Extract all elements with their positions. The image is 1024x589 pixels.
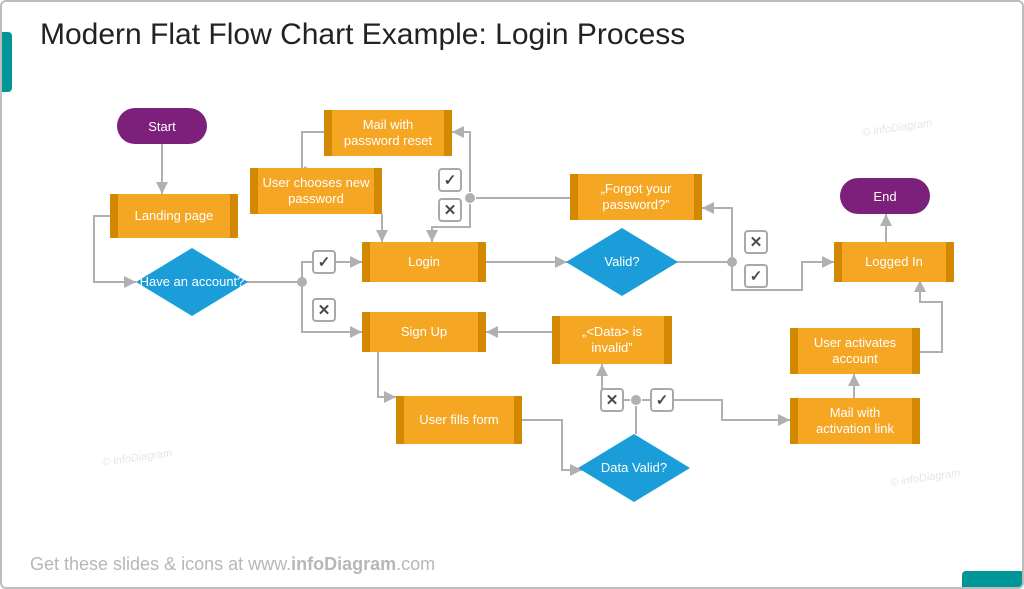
process-mail-activation: Mail with activation link [790, 398, 920, 444]
check-icon: ✓ [312, 250, 336, 274]
terminator-end: End [840, 178, 930, 214]
cross-icon: ✕ [600, 388, 624, 412]
signup-label: Sign Up [401, 324, 447, 340]
process-data-invalid: „<Data> is invalid” [552, 316, 672, 364]
have-account-label: Have an account? [140, 275, 245, 290]
check-icon: ✓ [438, 168, 462, 192]
process-logged-in: Logged In [834, 242, 954, 282]
process-landing: Landing page [110, 194, 238, 238]
slide-footer: Get these slides & icons at www.infoDiag… [30, 554, 435, 575]
check-icon: ✓ [744, 264, 768, 288]
landing-label: Landing page [135, 208, 214, 224]
decision-have-account: Have an account? [136, 248, 248, 316]
forgot-label: „Forgot your password?” [582, 181, 690, 212]
decision-data-valid: Data Valid? [578, 434, 690, 502]
decision-valid: Valid? [566, 228, 678, 296]
valid-label: Valid? [604, 255, 639, 270]
start-label: Start [148, 119, 175, 134]
terminator-start: Start [117, 108, 207, 144]
cross-icon: ✕ [438, 198, 462, 222]
activates-label: User activates account [802, 335, 908, 366]
process-mail-reset: Mail with password reset [324, 110, 452, 156]
data-valid-label: Data Valid? [601, 461, 667, 476]
slide-frame: Modern Flat Flow Chart Example: Login Pr… [0, 0, 1024, 589]
login-label: Login [408, 254, 440, 270]
end-label: End [873, 189, 896, 204]
data-invalid-label: „<Data> is invalid” [564, 324, 660, 355]
cross-icon: ✕ [312, 298, 336, 322]
footer-lead: Get these slides & icons at www. [30, 554, 291, 574]
choose-pw-label: User chooses new password [262, 175, 370, 206]
process-choose-pw: User chooses new password [250, 168, 382, 214]
process-forgot: „Forgot your password?” [570, 174, 702, 220]
process-login: Login [362, 242, 486, 282]
fills-form-label: User fills form [419, 412, 498, 428]
cross-icon: ✕ [744, 230, 768, 254]
process-fills-form: User fills form [396, 396, 522, 444]
process-activates: User activates account [790, 328, 920, 374]
mail-activation-label: Mail with activation link [802, 405, 908, 436]
mail-reset-label: Mail with password reset [336, 117, 440, 148]
footer-tail: .com [396, 554, 435, 574]
process-signup: Sign Up [362, 312, 486, 352]
footer-brand: infoDiagram [291, 554, 396, 574]
flowchart-canvas: Start End Landing page Mail with passwor… [2, 2, 1022, 587]
check-icon: ✓ [650, 388, 674, 412]
logged-in-label: Logged In [865, 254, 923, 270]
